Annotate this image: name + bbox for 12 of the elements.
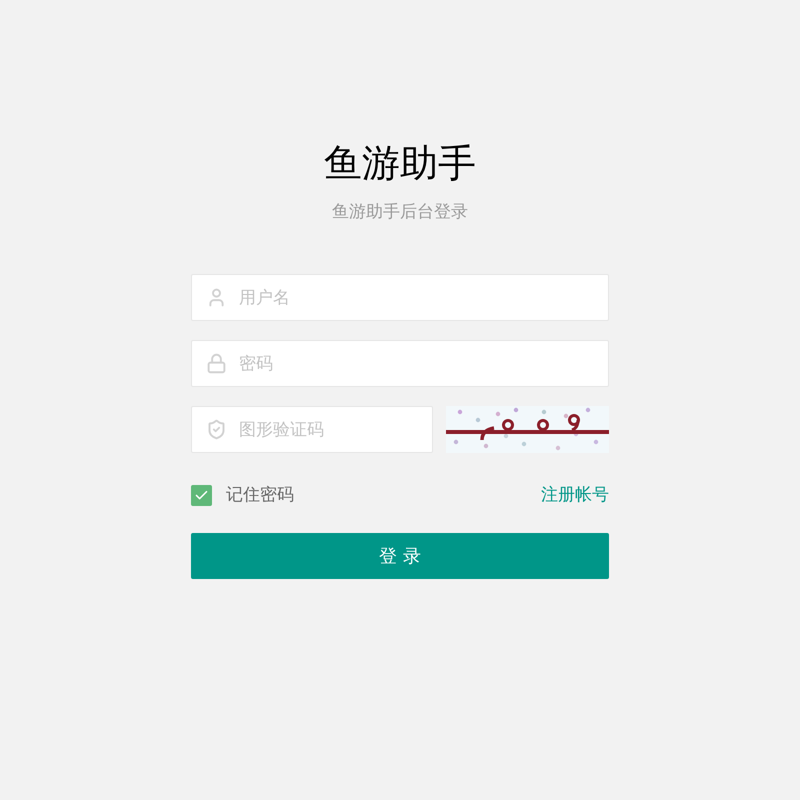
- shield-check-icon: [206, 419, 227, 440]
- remember-checkbox[interactable]: [191, 484, 212, 506]
- register-link[interactable]: 注册帐号: [541, 483, 609, 507]
- app-title: 鱼游助手: [323, 140, 477, 186]
- login-button[interactable]: 登 录: [191, 533, 609, 579]
- username-field[interactable]: 用户名: [191, 274, 609, 321]
- captcha-image[interactable]: [446, 406, 609, 453]
- password-field[interactable]: 密码: [191, 340, 609, 387]
- remember-label: 记住密码: [226, 484, 294, 507]
- lock-icon: [206, 353, 227, 374]
- app-subtitle: 鱼游助手后台登录: [331, 201, 469, 224]
- captcha-field[interactable]: 图形验证码: [191, 406, 433, 453]
